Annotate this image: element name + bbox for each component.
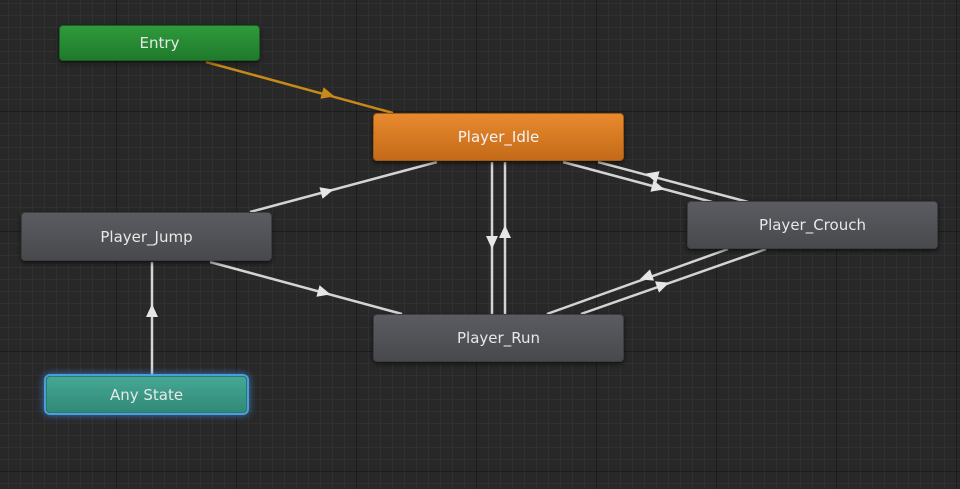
transition-arrow-icon [486, 236, 498, 249]
transition-player-jump-to-player-idle[interactable] [249, 160, 438, 214]
animator-graph-canvas[interactable]: Entry Player_Idle Player_Jump Player_Cro… [0, 0, 960, 489]
transition-player-jump-to-player-run[interactable] [209, 260, 403, 316]
state-node-any-state[interactable]: Any State [46, 376, 247, 413]
transition-entry-to-player-idle[interactable] [205, 60, 394, 115]
transition-line [546, 247, 729, 316]
state-label: Entry [139, 34, 180, 52]
state-node-entry[interactable]: Entry [59, 25, 260, 61]
transition-line [249, 160, 438, 214]
transition-arrow-icon [319, 187, 334, 199]
transition-line [209, 260, 403, 316]
transition-line [205, 60, 394, 115]
transition-any-state-to-player-jump[interactable] [146, 262, 158, 376]
state-label: Player_Run [457, 329, 540, 347]
transition-player-idle-to-player-run[interactable] [486, 162, 498, 314]
transition-line [597, 160, 749, 204]
transition-arrow-icon [146, 304, 158, 317]
state-node-player-crouch[interactable]: Player_Crouch [687, 201, 938, 249]
state-label: Any State [109, 385, 184, 404]
transition-line [562, 160, 713, 204]
state-label: Player_Crouch [759, 216, 866, 234]
transition-player-idle-to-player-crouch[interactable] [562, 160, 713, 204]
transition-arrow-icon [316, 285, 331, 297]
transition-arrow-icon [320, 87, 335, 99]
transition-player-crouch-to-player-run[interactable] [546, 247, 729, 316]
transition-player-run-to-player-crouch[interactable] [580, 247, 767, 316]
state-node-player-jump[interactable]: Player_Jump [21, 212, 272, 261]
transition-arrow-icon [655, 281, 670, 293]
state-label: Player_Jump [100, 227, 193, 246]
transition-arrow-icon [499, 225, 511, 238]
transition-line [580, 247, 767, 316]
transition-player-run-to-player-idle[interactable] [499, 162, 511, 314]
state-label: Player_Idle [457, 128, 540, 146]
transition-arrow-icon [639, 269, 655, 281]
transition-arrow-icon [650, 180, 665, 192]
transition-player-crouch-to-player-idle[interactable] [597, 160, 749, 204]
state-node-player-idle[interactable]: Player_Idle [373, 113, 624, 161]
state-node-player-run[interactable]: Player_Run [373, 314, 624, 362]
